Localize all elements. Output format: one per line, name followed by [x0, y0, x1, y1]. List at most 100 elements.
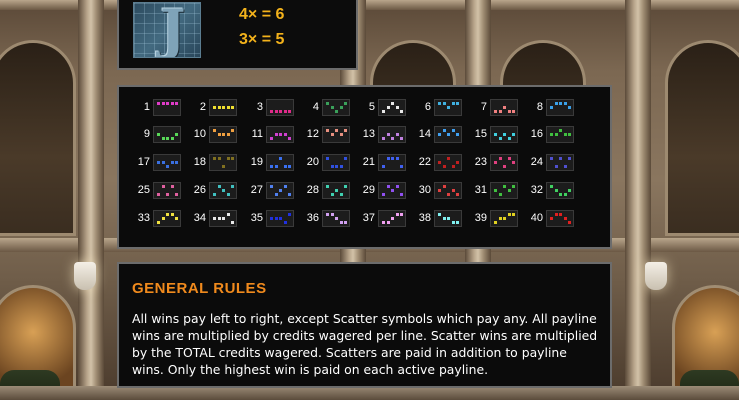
payline-36: 36	[305, 209, 363, 229]
payline-dot	[554, 213, 558, 216]
payline-19: 19	[249, 153, 307, 173]
payline-dot	[288, 193, 291, 196]
payline-dot	[395, 213, 399, 216]
payline-38: 38	[417, 209, 475, 229]
payline-pattern-icon	[434, 154, 462, 171]
j-symbol-tile: J	[133, 2, 201, 58]
payline-dot	[498, 110, 502, 113]
payline-30: 30	[417, 181, 475, 201]
rules-text: All wins pay left to right, except Scatt…	[132, 311, 598, 377]
payline-pattern-icon	[378, 182, 406, 199]
payline-dot	[344, 185, 347, 188]
payline-dot	[283, 165, 287, 168]
payline-dot	[274, 133, 278, 136]
payline-number: 13	[362, 128, 375, 140]
payline-26: 26	[192, 181, 250, 201]
payline-dot	[344, 221, 347, 224]
payline-dot	[217, 185, 221, 188]
payline-dot	[400, 165, 403, 168]
payline-dot	[330, 106, 334, 109]
payline-dot	[563, 165, 567, 168]
payline-number: 3	[256, 101, 263, 113]
payline-23: 23	[473, 153, 531, 173]
payline-dot	[166, 102, 169, 105]
payline-dot	[213, 129, 216, 132]
payline-number: 9	[143, 128, 150, 140]
payline-pattern-icon	[490, 126, 518, 143]
payline-14: 14	[417, 125, 475, 145]
payline-dot	[217, 157, 221, 160]
payline-dot	[382, 165, 385, 168]
payline-40: 40	[529, 209, 587, 229]
payline-pattern-icon	[209, 154, 237, 171]
payline-pattern-icon	[266, 210, 294, 227]
payline-dot	[157, 161, 160, 164]
payline-dot	[456, 133, 459, 136]
payline-18: 18	[192, 153, 250, 173]
payline-dot	[217, 133, 221, 136]
payline-dot	[326, 213, 329, 216]
payline-dot	[335, 165, 338, 168]
payline-dot	[231, 157, 234, 160]
payline-number: 28	[306, 184, 319, 196]
payline-dot	[339, 193, 343, 196]
payline-2: 2	[192, 98, 250, 118]
payline-number: 23	[474, 156, 487, 168]
payline-pattern-icon	[434, 182, 462, 199]
payline-15: 15	[473, 125, 531, 145]
payline-dot	[283, 133, 287, 136]
payline-dot	[335, 110, 338, 113]
payline-dot	[161, 102, 165, 105]
payline-pattern-icon	[490, 210, 518, 227]
payline-27: 27	[249, 181, 307, 201]
payline-21: 21	[361, 153, 419, 173]
payline-number: 22	[418, 156, 431, 168]
payline-dot	[400, 213, 403, 216]
payline-number: 20	[306, 156, 319, 168]
payline-dot	[226, 106, 230, 109]
payline-dot	[503, 217, 506, 220]
payline-dot	[344, 157, 347, 160]
payline-dot	[438, 102, 441, 105]
payline-dot	[438, 161, 441, 164]
payline-number: 34	[193, 212, 206, 224]
payline-dot	[395, 106, 399, 109]
payline-dot	[503, 133, 506, 136]
payline-dot	[283, 221, 287, 224]
payline-dot	[512, 213, 515, 216]
payline-pattern-icon	[322, 126, 350, 143]
payline-dot	[326, 129, 329, 132]
payline-dot	[447, 193, 450, 196]
payline-39: 39	[473, 209, 531, 229]
payline-dot	[157, 193, 160, 196]
payline-dot	[382, 137, 385, 140]
payline-pattern-icon	[546, 99, 574, 116]
payline-dot	[554, 189, 558, 192]
payline-number: 18	[193, 156, 206, 168]
payline-dot	[442, 129, 446, 132]
payline-dot	[161, 161, 165, 164]
payline-33: 33	[136, 209, 194, 229]
payline-dot	[344, 129, 347, 132]
payline-dot	[507, 213, 511, 216]
payline-dot	[503, 185, 506, 188]
payline-pattern-icon	[490, 154, 518, 171]
payline-pattern-icon	[322, 210, 350, 227]
payline-dot	[451, 129, 455, 132]
payline-dot	[442, 165, 446, 168]
payline-number: 38	[418, 212, 431, 224]
payline-pattern-icon	[546, 182, 574, 199]
payline-dot	[550, 157, 553, 160]
payline-dot	[395, 157, 399, 160]
payline-35: 35	[249, 209, 307, 229]
payline-dot	[288, 213, 291, 216]
payline-dot	[503, 165, 506, 168]
payline-dot	[213, 157, 216, 160]
payline-31: 31	[473, 181, 531, 201]
payline-dot	[339, 133, 343, 136]
payline-dot	[335, 217, 338, 220]
payline-dot	[161, 217, 165, 220]
payline-dot	[339, 165, 343, 168]
payline-dot	[568, 106, 571, 109]
payline-dot	[270, 185, 273, 188]
